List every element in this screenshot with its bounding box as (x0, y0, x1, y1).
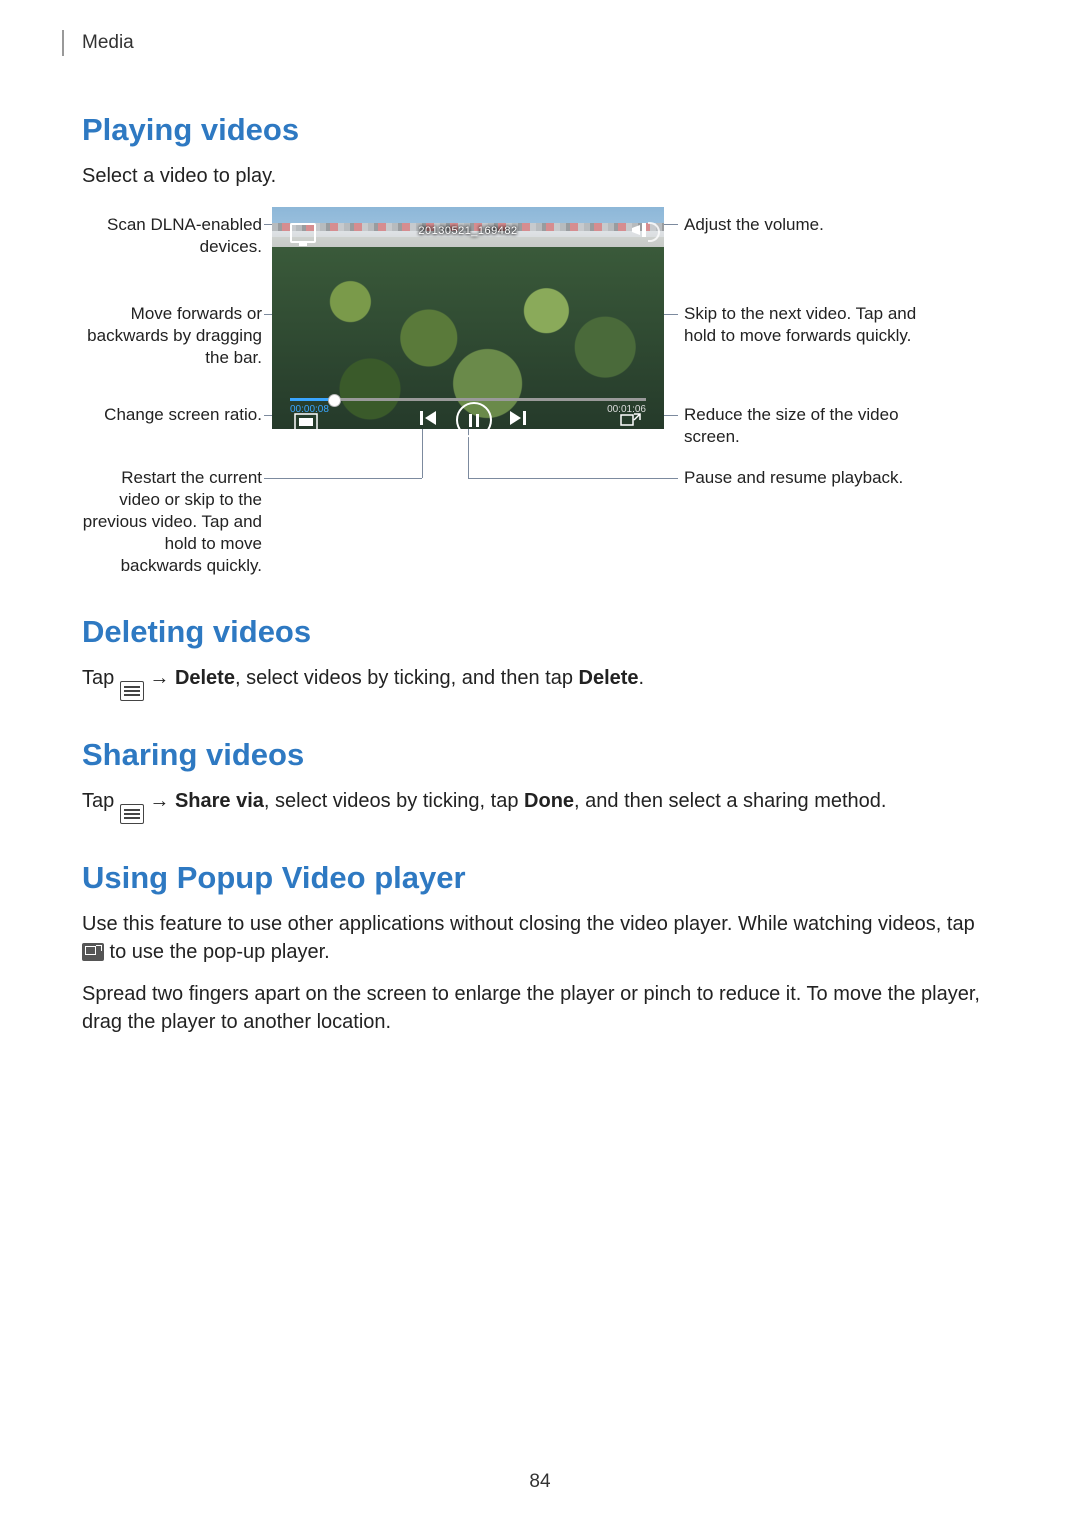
callout-seek: Move forwards or backwards by dragging t… (82, 303, 262, 369)
text: , select videos by ticking, and then tap (235, 667, 579, 689)
menu-icon (120, 804, 144, 824)
callout-ratio: Change screen ratio. (82, 404, 262, 426)
heading-sharing-videos: Sharing videos (82, 737, 998, 773)
text: Tap (82, 790, 120, 812)
video-overlay-title: 20130521_169482 (418, 225, 517, 237)
video-player: 20130521_169482 00:00:08 00:01:06 (272, 207, 664, 429)
playing-intro: Select a video to play. (82, 162, 998, 190)
callout-popup: Reduce the size of the video screen. (684, 404, 944, 448)
text: , and then select a sharing method. (574, 790, 886, 812)
dlna-icon[interactable] (290, 223, 316, 243)
callout-pause: Pause and resume playback. (684, 467, 944, 489)
leader (468, 478, 678, 479)
text-bold: Share via (175, 790, 264, 812)
popup-player-icon (82, 943, 104, 961)
leader (264, 478, 422, 479)
callout-volume: Adjust the volume. (684, 214, 944, 236)
callout-next: Skip to the next video. Tap and hold to … (684, 303, 944, 347)
text: Use this feature to use other applicatio… (82, 913, 975, 935)
text: Tap (82, 667, 120, 689)
running-head: Media (62, 30, 998, 56)
leader (422, 422, 423, 478)
text-bold: Delete (579, 667, 639, 689)
arrow: → (144, 790, 175, 812)
seek-fill (290, 398, 333, 401)
previous-icon[interactable] (418, 407, 440, 429)
heading-playing-videos: Playing videos (82, 112, 998, 148)
text: to use the pop-up player. (104, 941, 330, 963)
seek-knob[interactable] (328, 394, 341, 407)
popup-body-1: Use this feature to use other applicatio… (82, 910, 998, 966)
callout-prev: Restart the current video or skip to the… (82, 467, 262, 577)
volume-icon[interactable] (642, 223, 646, 237)
popup-player-icon[interactable] (620, 411, 642, 429)
heading-deleting-videos: Deleting videos (82, 614, 998, 650)
text: , select videos by ticking, tap (264, 790, 524, 812)
screen-ratio-icon[interactable] (294, 413, 318, 431)
text-bold: Delete (175, 667, 235, 689)
seek-bar[interactable] (290, 398, 646, 401)
text: . (639, 667, 645, 689)
arrow: → (144, 667, 175, 689)
deleting-body: Tap → Delete, select videos by ticking, … (82, 664, 998, 701)
popup-body-2: Spread two fingers apart on the screen t… (82, 980, 998, 1036)
menu-icon (120, 681, 144, 701)
pause-icon[interactable] (456, 402, 492, 438)
player-diagram: Scan DLNA-enabled devices. Move forwards… (82, 204, 998, 584)
page-number: 84 (0, 1471, 1080, 1493)
callout-dlna: Scan DLNA-enabled devices. (82, 214, 262, 258)
text-bold: Done (524, 790, 574, 812)
next-icon[interactable] (506, 407, 528, 429)
heading-popup-video: Using Popup Video player (82, 860, 998, 896)
sharing-body: Tap → Share via, select videos by tickin… (82, 787, 998, 824)
